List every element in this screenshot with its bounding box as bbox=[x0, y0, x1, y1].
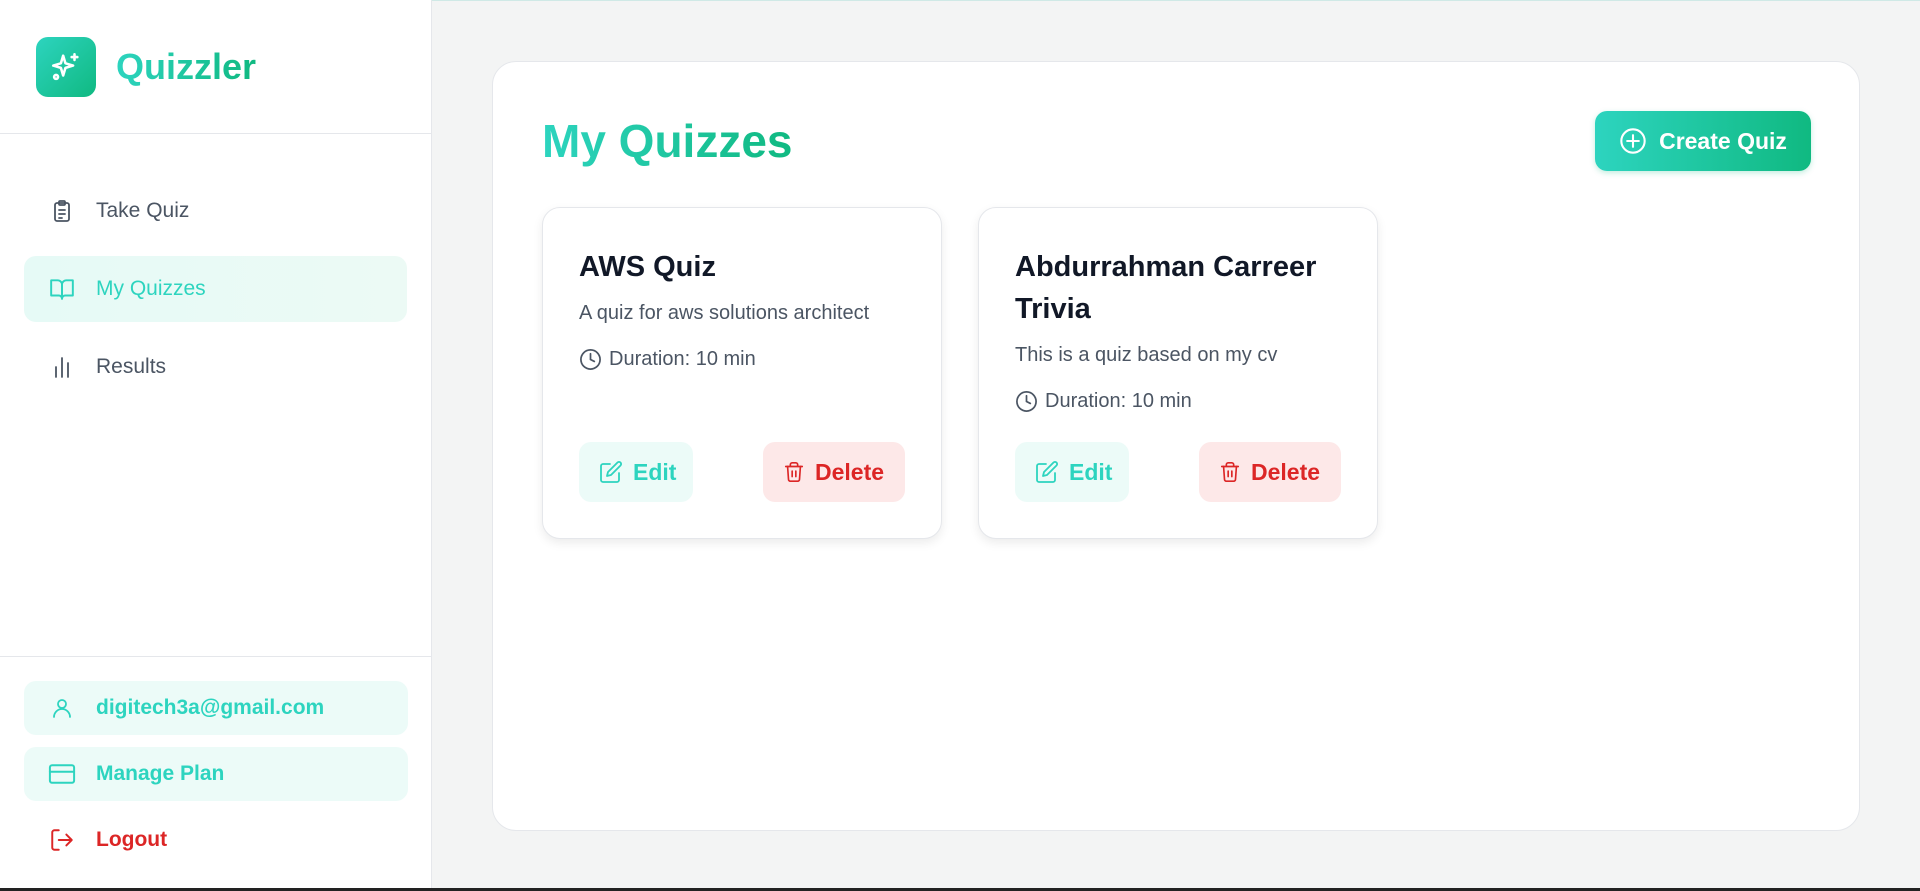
edit-quiz-button[interactable]: Edit bbox=[1015, 442, 1129, 502]
account-section: digitech3a@gmail.com Manage Plan Logout bbox=[0, 656, 432, 879]
quiz-title: Abdurrahman Carreer Trivia bbox=[1015, 251, 1317, 325]
brand[interactable]: Quizzler bbox=[0, 0, 431, 134]
sidebar-item-my-quizzes[interactable]: My Quizzes bbox=[24, 256, 407, 322]
create-quiz-button[interactable]: Create Quiz bbox=[1595, 111, 1811, 171]
manage-plan-label: Manage Plan bbox=[96, 762, 225, 785]
sparkles-icon bbox=[36, 36, 96, 97]
edit-quiz-button[interactable]: Edit bbox=[579, 442, 693, 502]
quiz-card-list: AWS Quiz A quiz for aws solutions archit… bbox=[542, 207, 1378, 539]
sidebar: Quizzler Take Quiz My Quizzes Results di… bbox=[0, 0, 432, 891]
credit-card-icon bbox=[48, 760, 76, 788]
quiz-title: AWS Quiz bbox=[579, 251, 716, 283]
user-email: digitech3a@gmail.com bbox=[96, 696, 325, 719]
quiz-duration: Duration: 10 min bbox=[1015, 389, 1341, 413]
sidebar-item-label: Take Quiz bbox=[96, 199, 190, 222]
quiz-description: This is a quiz based on my cv bbox=[1015, 344, 1278, 366]
user-email-button[interactable]: digitech3a@gmail.com bbox=[24, 681, 408, 735]
manage-plan-button[interactable]: Manage Plan bbox=[24, 747, 408, 801]
delete-quiz-button[interactable]: Delete bbox=[1199, 442, 1341, 502]
quiz-duration-text: Duration: 10 min bbox=[609, 347, 756, 370]
bar-chart-icon bbox=[48, 353, 76, 381]
delete-label: Delete bbox=[815, 458, 885, 485]
quiz-duration: Duration: 10 min bbox=[579, 347, 905, 371]
quiz-card-actions: Edit Delete bbox=[579, 442, 905, 502]
delete-quiz-button[interactable]: Delete bbox=[763, 442, 905, 502]
edit-label: Edit bbox=[1069, 458, 1113, 485]
clock-icon bbox=[579, 347, 603, 371]
quizzes-panel: My Quizzes Create Quiz AWS Quiz A quiz f… bbox=[492, 61, 1860, 831]
logout-icon bbox=[48, 826, 76, 854]
logout-label: Logout bbox=[96, 828, 168, 851]
sidebar-nav: Take Quiz My Quizzes Results bbox=[0, 134, 431, 400]
quiz-description: A quiz for aws solutions architect bbox=[579, 302, 870, 324]
edit-label: Edit bbox=[633, 458, 677, 485]
quiz-duration-text: Duration: 10 min bbox=[1045, 389, 1192, 412]
book-open-icon bbox=[48, 275, 76, 303]
delete-label: Delete bbox=[1251, 458, 1321, 485]
create-quiz-label: Create Quiz bbox=[1659, 127, 1787, 154]
page-title: My Quizzes bbox=[542, 115, 793, 167]
sidebar-item-label: My Quizzes bbox=[96, 277, 206, 300]
edit-icon bbox=[599, 460, 623, 484]
quiz-card: Abdurrahman Carreer Trivia This is a qui… bbox=[978, 207, 1378, 539]
sidebar-item-results[interactable]: Results bbox=[24, 334, 407, 400]
logout-button[interactable]: Logout bbox=[24, 813, 408, 867]
app-name: Quizzler bbox=[116, 45, 257, 87]
quiz-card-actions: Edit Delete bbox=[1015, 442, 1341, 502]
plus-circle-icon bbox=[1619, 127, 1647, 155]
trash-icon bbox=[783, 460, 805, 484]
sidebar-item-take-quiz[interactable]: Take Quiz bbox=[24, 178, 407, 244]
quiz-card: AWS Quiz A quiz for aws solutions archit… bbox=[542, 207, 942, 539]
clock-icon bbox=[1015, 389, 1039, 413]
clipboard-icon bbox=[48, 197, 76, 225]
user-icon bbox=[48, 694, 76, 722]
trash-icon bbox=[1219, 460, 1241, 484]
sidebar-item-label: Results bbox=[96, 355, 167, 378]
edit-icon bbox=[1035, 460, 1059, 484]
